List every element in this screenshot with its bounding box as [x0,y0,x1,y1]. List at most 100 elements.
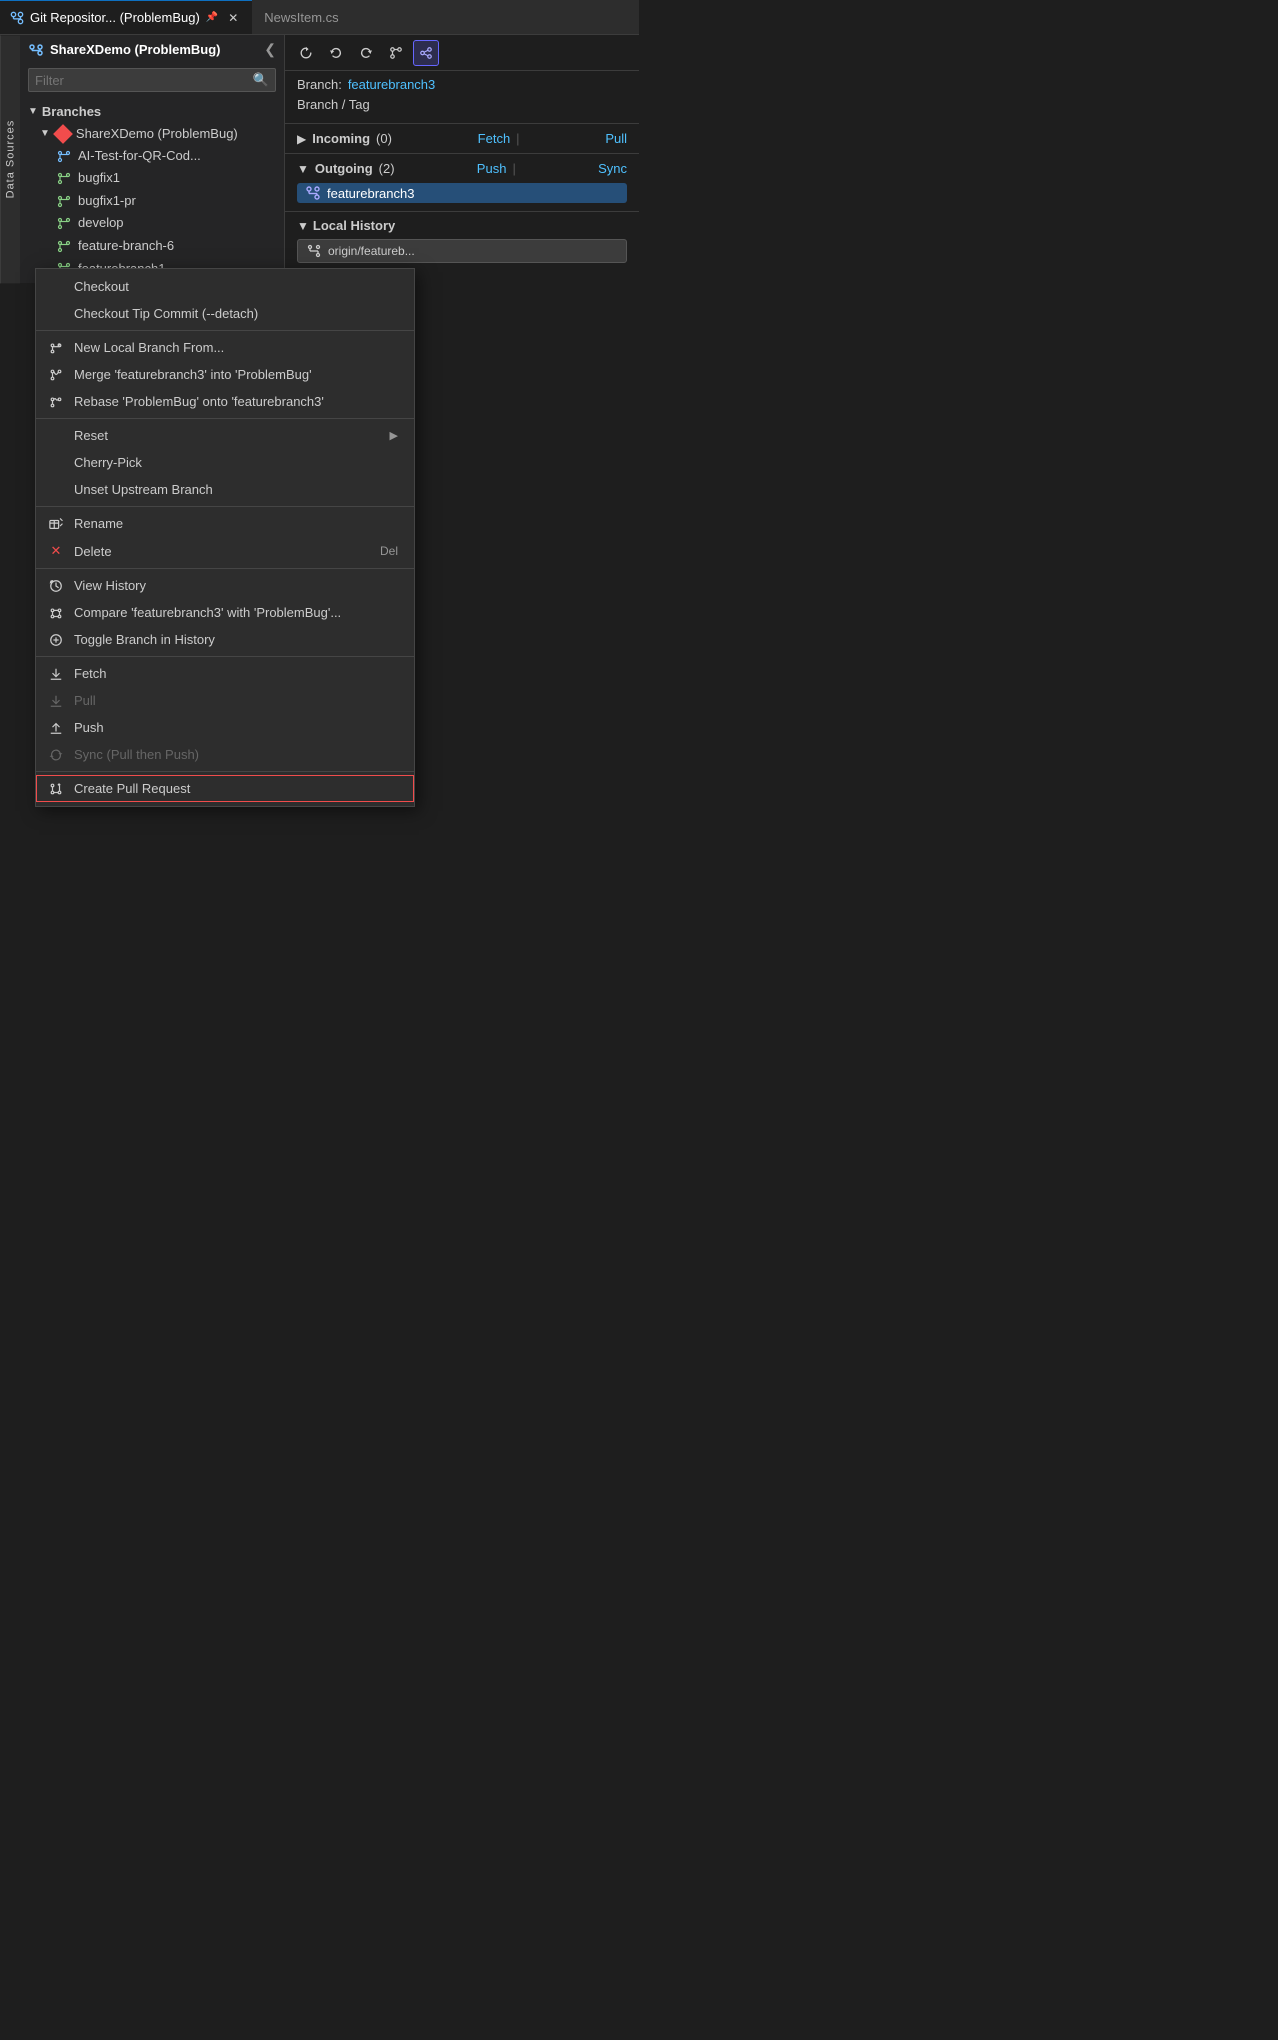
menu-item-compare[interactable]: Compare 'featurebranch3' with 'ProblemBu… [36,599,414,626]
menu-item-rebase[interactable]: Rebase 'ProblemBug' onto 'featurebranch3… [36,388,414,415]
menu-label-cherry-pick: Cherry-Pick [74,455,142,470]
delete-shortcut: Del [380,544,398,558]
branch-icon-4 [56,237,72,254]
menu-separator-4 [36,568,414,569]
toolbar [285,35,639,71]
context-menu: Checkout Checkout Tip Commit (--detach) … [35,268,415,807]
menu-label-compare: Compare 'featurebranch3' with 'ProblemBu… [74,605,341,620]
local-history-arrow-icon[interactable]: ▼ [297,219,309,233]
branch-name-2: bugfix1-pr [78,193,136,208]
menu-label-new-local-branch: New Local Branch From... [74,340,224,355]
branches-arrow-icon: ▼ [28,106,38,117]
menu-item-fetch[interactable]: Fetch [36,660,414,687]
local-history-section: ▼ Local History origin/featureb... [285,212,639,269]
delete-icon: ✕ [48,543,64,559]
menu-label-push: Push [74,720,104,735]
menu-item-push[interactable]: Push [36,714,414,741]
branch-info: Branch: featurebranch3 Branch / Tag [285,71,639,124]
branches-header[interactable]: ▼ Branches [20,100,284,123]
menu-item-create-pr[interactable]: Create Pull Request [36,775,414,802]
tab-newsitem-label: NewsItem.cs [264,10,338,25]
highlighted-branch-item[interactable]: featurebranch3 [297,183,627,203]
outgoing-separator: | [512,161,515,176]
menu-label-fetch: Fetch [74,666,107,681]
menu-item-checkout[interactable]: Checkout [36,273,414,300]
tab-git-repo-label: Git Repositor... (ProblemBug) [30,10,200,25]
menu-item-reset[interactable]: Reset ▶ [36,422,414,449]
panel-title: ShareXDemo (ProblemBug) [28,41,220,58]
menu-label-checkout-tip: Checkout Tip Commit (--detach) [74,306,258,321]
menu-item-delete[interactable]: ✕ Delete Del [36,537,414,565]
sync-button[interactable]: Sync [598,161,627,176]
sync-icon [48,748,64,762]
branch-item-2[interactable]: bugfix1-pr [20,189,284,212]
branch-item-4[interactable]: feature-branch-6 [20,234,284,257]
branch-name-0: AI-Test-for-QR-Cod... [78,148,201,163]
branch-info-row: Branch: featurebranch3 [297,77,627,92]
create-pr-icon [48,782,64,796]
menu-item-cherry-pick[interactable]: Cherry-Pick [36,449,414,476]
menu-item-checkout-tip[interactable]: Checkout Tip Commit (--detach) [36,300,414,327]
branch-tag-row: Branch / Tag [297,95,627,114]
branch-icon-3 [56,215,72,232]
redo-button[interactable] [353,40,379,66]
menu-item-sync[interactable]: Sync (Pull then Push) [36,741,414,768]
branches-label: Branches [42,104,101,119]
branch-name-1: bugfix1 [78,170,120,185]
menu-item-view-history[interactable]: View History [36,572,414,599]
menu-label-merge: Merge 'featurebranch3' into 'ProblemBug' [74,367,312,382]
menu-item-toggle-history[interactable]: Toggle Branch in History [36,626,414,653]
incoming-count: (0) [376,131,392,146]
refresh-button[interactable] [293,40,319,66]
menu-separator-5 [36,656,414,657]
menu-item-merge[interactable]: Merge 'featurebranch3' into 'ProblemBug' [36,361,414,388]
toggle-history-icon [48,633,64,647]
branch-icon-0 [56,147,72,164]
filter-input[interactable] [35,73,253,88]
branch-item-1[interactable]: bugfix1 [20,167,284,190]
branch-item-3[interactable]: develop [20,212,284,235]
pull-icon [48,694,64,708]
branch-tag-label: Branch / Tag [297,95,370,114]
repo-item[interactable]: ▼ ShareXDemo (ProblemBug) [20,123,284,144]
incoming-expand-icon[interactable]: ▶ [297,132,306,146]
branch-item-0[interactable]: AI-Test-for-QR-Cod... [20,144,284,167]
fetch-button[interactable]: Fetch [478,131,511,146]
menu-separator-3 [36,506,414,507]
push-button[interactable]: Push [477,161,507,176]
graph-view-button[interactable] [413,40,439,66]
history-item-0[interactable]: origin/featureb... [297,239,627,263]
history-icon [48,579,64,593]
incoming-row: ▶ Incoming (0) Fetch | Pull [297,128,627,149]
incoming-separator: | [516,131,519,146]
left-panel: ShareXDemo (ProblemBug) ❮ 🔍 ▼ Branches ▼… [20,35,285,283]
tab-git-repo[interactable]: Git Repositor... (ProblemBug) 📌 ✕ [0,0,252,34]
pull-button[interactable]: Pull [605,131,627,146]
branch-name-4: feature-branch-6 [78,238,174,253]
branch-name-value[interactable]: featurebranch3 [348,77,435,92]
tab-close-git-repo[interactable]: ✕ [224,9,242,27]
menu-separator-1 [36,330,414,331]
menu-item-pull[interactable]: Pull [36,687,414,714]
menu-item-rename[interactable]: Rename [36,510,414,537]
tab-newsitem[interactable]: NewsItem.cs [252,0,350,34]
search-icon: 🔍 [253,72,269,88]
filter-bar: 🔍 [28,68,276,92]
new-branch-icon [48,341,64,355]
reset-submenu-arrow-icon: ▶ [390,429,398,442]
menu-label-pull: Pull [74,693,96,708]
menu-item-new-local-branch[interactable]: New Local Branch From... [36,334,414,361]
menu-item-unset-upstream[interactable]: Unset Upstream Branch [36,476,414,503]
menu-label-view-history: View History [74,578,146,593]
branch-history-button[interactable] [383,40,409,66]
menu-label-toggle-history: Toggle Branch in History [74,632,215,647]
undo-button[interactable] [323,40,349,66]
menu-label-create-pr: Create Pull Request [74,781,190,796]
branch-icon-1 [56,170,72,187]
outgoing-expand-icon[interactable]: ▼ [297,162,309,176]
compare-icon [48,606,64,620]
outgoing-section: ▼ Outgoing (2) Push | Sync featurebranch… [285,154,639,212]
highlighted-branch-label: featurebranch3 [327,186,414,201]
right-panel: Branch: featurebranch3 Branch / Tag ▶ In… [285,35,639,283]
collapse-panel-button[interactable]: ❮ [264,41,276,58]
